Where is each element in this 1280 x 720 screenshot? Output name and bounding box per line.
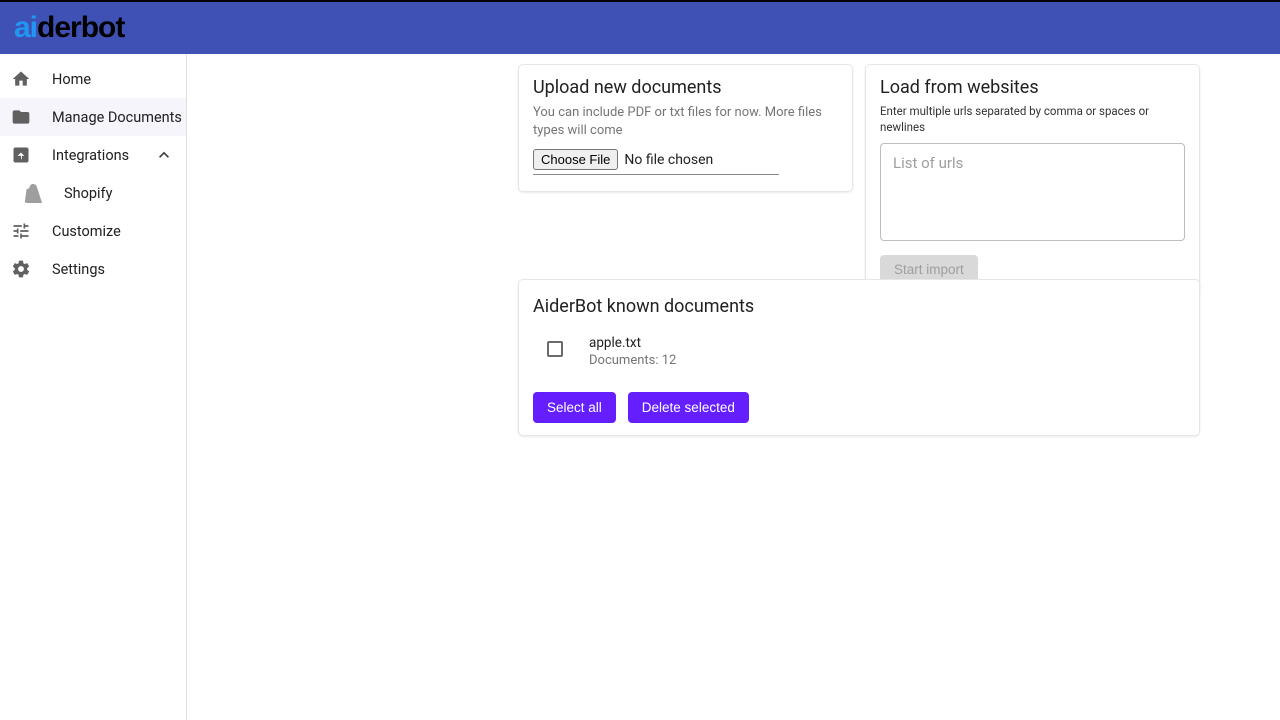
no-file-label: No file chosen	[624, 152, 713, 168]
main-content: Upload new documents You can include PDF…	[187, 54, 1280, 720]
load-hint: Enter multiple urls separated by comma o…	[880, 104, 1185, 135]
sidebar-item-label: Home	[52, 71, 91, 88]
sidebar-item-label: Shopify	[64, 185, 112, 202]
delete-selected-button[interactable]: Delete selected	[628, 392, 749, 423]
sidebar-item-integrations[interactable]: Integrations	[0, 136, 186, 174]
sidebar-item-label: Integrations	[52, 147, 129, 164]
urls-textarea[interactable]	[880, 143, 1185, 241]
document-checkbox[interactable]	[547, 341, 563, 357]
document-subtext: Documents: 12	[589, 353, 676, 368]
document-name: apple.txt	[589, 335, 676, 351]
known-title: AiderBot known documents	[533, 296, 1185, 317]
choose-file-button[interactable]: Choose File	[533, 149, 618, 170]
shopify-icon	[22, 182, 44, 204]
gear-icon	[10, 258, 32, 280]
upload-title: Upload new documents	[533, 77, 838, 98]
select-all-button[interactable]: Select all	[533, 392, 616, 423]
brand-logo: aiderbot	[14, 11, 124, 45]
sidebar-item-label: Settings	[52, 261, 105, 278]
sidebar-item-customize[interactable]: Customize	[0, 212, 186, 250]
load-websites-card: Load from websites Enter multiple urls s…	[865, 64, 1200, 297]
upload-card: Upload new documents You can include PDF…	[518, 64, 853, 192]
integration-icon	[10, 144, 32, 166]
known-documents-card: AiderBot known documents apple.txt Docum…	[518, 279, 1200, 436]
sidebar-item-settings[interactable]: Settings	[0, 250, 186, 288]
load-title: Load from websites	[880, 77, 1185, 98]
brand-suffix: derbot	[37, 11, 124, 44]
sidebar-subitem-shopify[interactable]: Shopify	[0, 174, 186, 212]
sidebar-item-home[interactable]: Home	[0, 60, 186, 98]
sidebar-item-label: Customize	[52, 223, 121, 240]
home-icon	[10, 68, 32, 90]
topbar: aiderbot	[0, 0, 1280, 54]
sidebar: Home Manage Documents Integrations Shopi…	[0, 54, 187, 720]
tune-icon	[10, 220, 32, 242]
brand-prefix: ai	[14, 11, 37, 44]
upload-hint: You can include PDF or txt files for now…	[533, 104, 838, 139]
chevron-up-icon	[154, 145, 174, 165]
sidebar-item-label: Manage Documents	[52, 109, 182, 126]
sidebar-item-manage-documents[interactable]: Manage Documents	[0, 98, 186, 136]
folder-icon	[10, 106, 32, 128]
document-row: apple.txt Documents: 12	[547, 335, 1185, 368]
file-input-underline	[533, 174, 779, 175]
